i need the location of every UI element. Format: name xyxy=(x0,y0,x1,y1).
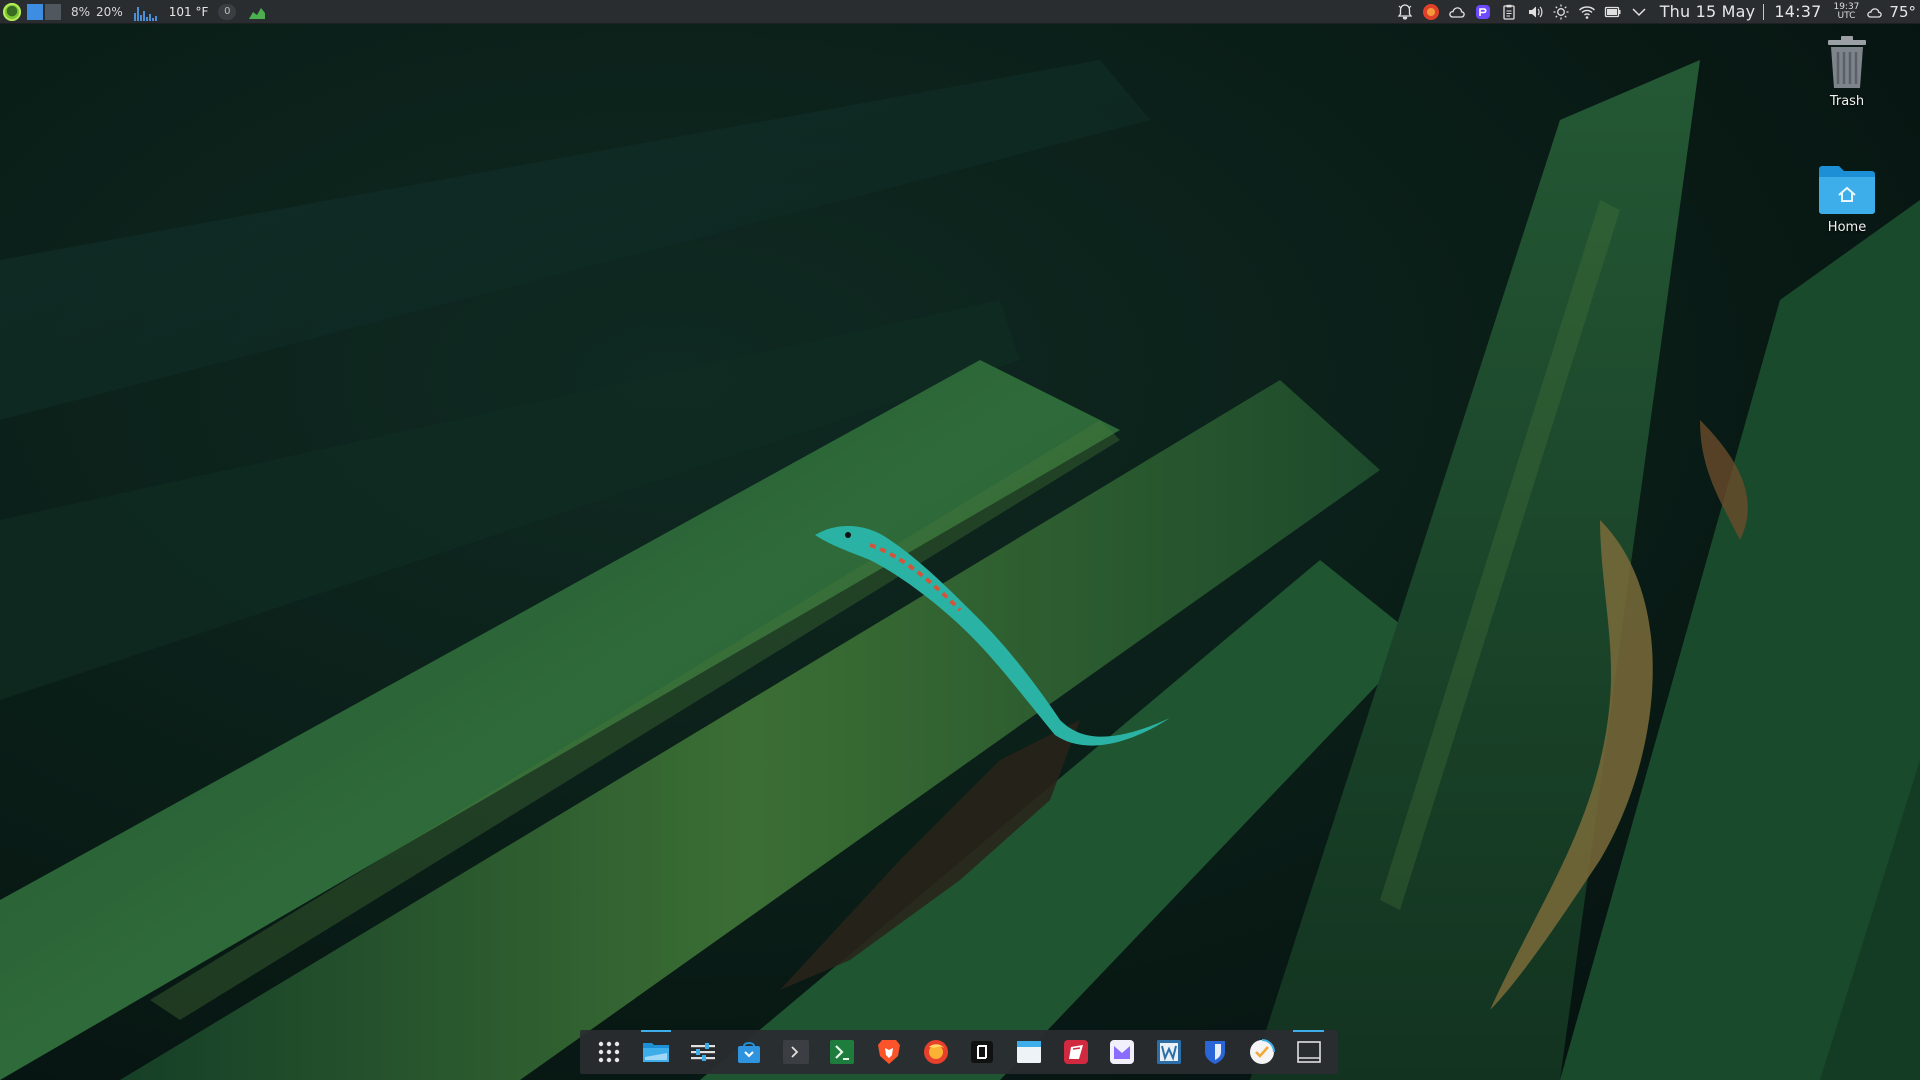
expand-tray-chevron-icon[interactable] xyxy=(1626,0,1652,24)
code-editor-icon xyxy=(830,1040,855,1064)
dock-file-manager[interactable] xyxy=(633,1030,680,1074)
volume-icon[interactable] xyxy=(1522,0,1548,24)
weather-temperature-text[interactable]: 75° xyxy=(1889,3,1916,21)
todo-icon xyxy=(1063,1040,1088,1064)
dock-todo-app[interactable] xyxy=(1052,1030,1099,1074)
firefox-icon xyxy=(923,1040,948,1064)
update-manager-icon[interactable] xyxy=(1418,0,1444,24)
disk-activity-icon[interactable] xyxy=(248,4,266,20)
clock-separator xyxy=(1763,3,1765,20)
dock-code-editor[interactable] xyxy=(819,1030,866,1074)
dock-tasks-app[interactable] xyxy=(1239,1030,1286,1074)
cpu-usage-text: 8% xyxy=(71,4,91,19)
dock-system-settings[interactable] xyxy=(679,1030,726,1074)
task-manager-dock xyxy=(580,1030,1338,1074)
date-text[interactable]: Thu 15 May xyxy=(1660,2,1756,21)
proton-mail-icon xyxy=(1110,1040,1135,1064)
cloud-sync-icon[interactable] xyxy=(1444,0,1470,24)
wifi-icon[interactable] xyxy=(1574,0,1600,24)
calendar-icon xyxy=(1016,1041,1041,1063)
time-text[interactable]: 14:37 xyxy=(1774,2,1821,21)
trash-desktop-icon[interactable]: Trash xyxy=(1807,34,1887,109)
dock-brave-browser[interactable] xyxy=(866,1030,913,1074)
weather-cloud-icon[interactable] xyxy=(1865,0,1885,24)
utc-clock[interactable]: 19:37 UTC xyxy=(1833,2,1859,21)
utc-label: UTC xyxy=(1837,10,1856,21)
notifications-icon[interactable] xyxy=(1392,0,1418,24)
top-panel: 8% 20% 101 °F 0 Thu 15 May 14:37 19:37 U… xyxy=(0,0,1920,24)
file-manager-icon xyxy=(642,1043,669,1062)
counter-badge[interactable]: 0 xyxy=(218,3,237,20)
brightness-icon[interactable] xyxy=(1548,0,1574,24)
notion-icon xyxy=(971,1041,994,1063)
home-folder-icon xyxy=(1819,166,1875,214)
dock-notion[interactable] xyxy=(959,1030,1006,1074)
ram-usage-text: 20% xyxy=(96,4,123,19)
virtual-desktop-pager[interactable] xyxy=(27,3,61,20)
vpn-icon[interactable] xyxy=(1470,0,1496,24)
trash-icon xyxy=(1828,36,1866,88)
dock-app-launcher[interactable] xyxy=(586,1030,633,1074)
dock-firefox[interactable] xyxy=(912,1030,959,1074)
dock-bitwarden[interactable] xyxy=(1192,1030,1239,1074)
software-store-icon xyxy=(738,1042,761,1063)
word-processor-icon xyxy=(1156,1040,1181,1064)
dock-calendar[interactable] xyxy=(1006,1030,1053,1074)
home-desktop-icon[interactable]: Home xyxy=(1807,160,1887,235)
dock-software-store[interactable] xyxy=(726,1030,773,1074)
application-menu-icon[interactable] xyxy=(3,2,21,21)
battery-icon[interactable] xyxy=(1600,0,1626,24)
terminal-icon xyxy=(782,1040,809,1064)
dock-word-processor[interactable] xyxy=(1146,1030,1193,1074)
desktop-wallpaper xyxy=(0,0,1920,1080)
show-desktop-icon xyxy=(1296,1041,1321,1063)
dock-show-desktop[interactable] xyxy=(1285,1030,1332,1074)
virtual-desktop-2[interactable] xyxy=(45,3,61,20)
home-label: Home xyxy=(1827,220,1867,235)
dock-proton-mail[interactable] xyxy=(1099,1030,1146,1074)
brave-browser-icon xyxy=(878,1040,901,1064)
temperature-text: 101 °F xyxy=(168,4,209,19)
virtual-desktop-1[interactable] xyxy=(27,3,43,20)
app-launcher-icon xyxy=(599,1041,620,1063)
settings-icon xyxy=(690,1043,715,1061)
trash-label: Trash xyxy=(1829,94,1865,109)
tasks-icon xyxy=(1250,1039,1276,1064)
dock-terminal[interactable] xyxy=(773,1030,820,1074)
network-graph-icon[interactable] xyxy=(133,3,159,21)
clipboard-icon[interactable] xyxy=(1496,0,1522,24)
bitwarden-icon xyxy=(1205,1041,1226,1064)
